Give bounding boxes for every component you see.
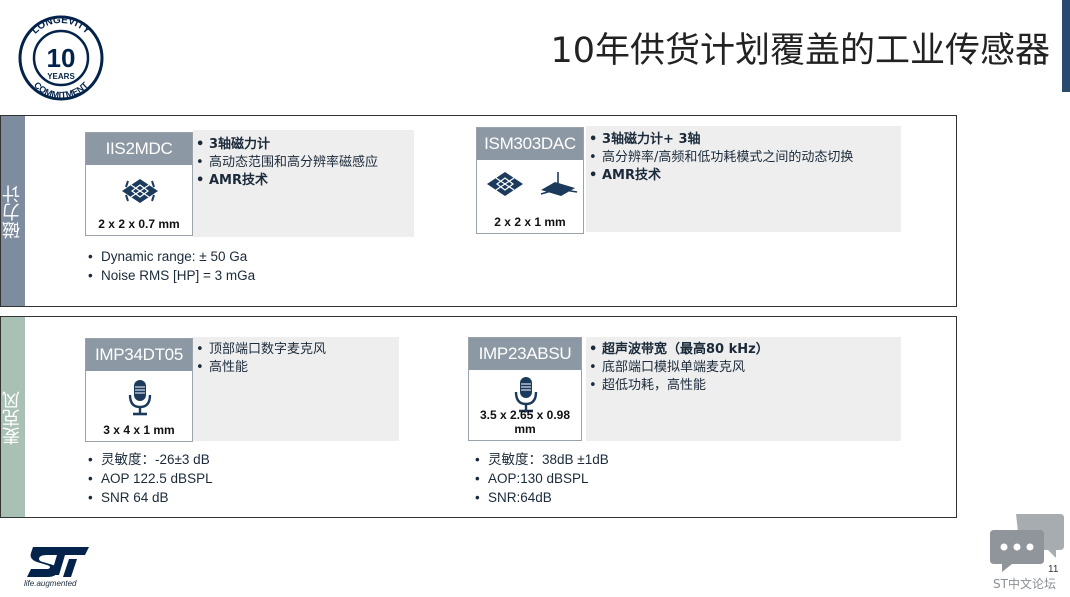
feature-item: 高动态范围和高分辨率磁感应 [193,154,414,172]
part-number: IMP23ABSU [469,338,581,370]
imp34dt05-card: IMP34DT05 3 x 4 x 1 mm [85,338,193,442]
spec-item: 灵敏度：-26±3 dB [85,450,213,469]
spec-item: 灵敏度：38dB ±1dB [472,450,609,469]
longevity-badge: LONGEVITY COMMITMENT 10 YEARS [18,15,104,101]
part-number: ISM303DAC [477,128,583,160]
ism303dac-card: ISM303DAC 2 x 2 x 1 mm [476,127,584,234]
microphone-section-label: 麦克风 [2,391,23,445]
imp23absu-specs: 灵敏度：38dB ±1dB AOP:130 dBSPL SNR:64dB [472,450,609,507]
magnetometer-chip-icon [122,179,158,203]
feature-item: 超低功耗，高性能 [586,377,901,395]
part-number: IIS2MDC [86,133,192,165]
st-tagline: life.augmented [24,579,77,588]
feature-item: 3轴磁力计+ 3轴 [586,131,901,149]
magnetometer-section-label: 磁力计 [2,185,23,239]
feature-item: 高性能 [193,359,399,377]
imp34dt05-specs: 灵敏度：-26±3 dB AOP 122.5 dBSPL SNR 64 dB [85,450,213,507]
magnetometer-panel: 磁力计 3轴磁力计 高动态范围和高分辨率磁感应 AMR技术 IIS2MDC 2 … [0,115,957,307]
feature-item: 超声波带宽（最高80 kHz） [586,341,901,359]
spec-item: Dynamic range: ± 50 Ga [85,247,255,266]
feature-item: 高分辨率/高频和低功耗模式之间的动态切换 [586,149,901,167]
feature-item: AMR技术 [193,172,414,190]
iis2mdc-card: IIS2MDC 2 x 2 x 0.7 mm [85,132,193,236]
ism303dac-features: 3轴磁力计+ 3轴 高分辨率/高频和低功耗模式之间的动态切换 AMR技术 [586,126,901,232]
spec-item: AOP:130 dBSPL [472,469,609,488]
microphone-panel: 麦克风 顶部端口数字麦克风 高性能 IMP34DT05 3 x 4 x 1 mm… [0,316,957,518]
package-dimensions: 3.5 x 2.65 x 0.98 mm [479,408,571,436]
spec-item: Noise RMS [HP] = 3 mGa [85,266,255,285]
iis2mdc-features: 3轴磁力计 高动态范围和高分辨率磁感应 AMR技术 [193,130,414,237]
accent-bar [1062,0,1070,92]
imp23absu-card: IMP23ABSU 3.5 x 2.65 x 0.98 mm [468,337,582,441]
spec-item: SNR 64 dB [85,488,213,507]
imp23absu-features: 超声波带宽（最高80 kHz） 底部端口模拟单端麦克风 超低功耗，高性能 [586,337,901,441]
iis2mdc-specs: Dynamic range: ± 50 Ga Noise RMS [HP] = … [85,247,255,285]
spec-item: SNR:64dB [472,488,609,507]
page-title: 10年供货计划覆盖的工业传感器 [550,31,1050,71]
badge-years: YEARS [47,72,75,81]
feature-item: 3轴磁力计 [193,136,414,154]
feature-item: 底部端口模拟单端麦克风 [586,359,901,377]
feature-item: 顶部端口数字麦克风 [193,341,399,359]
package-dimensions: 2 x 2 x 0.7 mm [98,217,180,231]
magnetometer-accelerometer-icon [487,172,578,196]
badge-number: 10 [47,43,76,73]
imp34dt05-features: 顶部端口数字麦克风 高性能 [193,337,399,441]
package-dimensions: 3 x 4 x 1 mm [103,423,175,437]
part-number: IMP34DT05 [86,339,192,371]
spec-item: AOP 122.5 dBSPL [85,469,213,488]
forum-watermark: ST中文论坛 [993,577,1056,591]
feature-item: AMR技术 [586,167,901,185]
microphone-icon [128,380,152,416]
chat-bubbles-icon [990,514,1064,572]
package-dimensions: 2 x 2 x 1 mm [494,215,566,229]
